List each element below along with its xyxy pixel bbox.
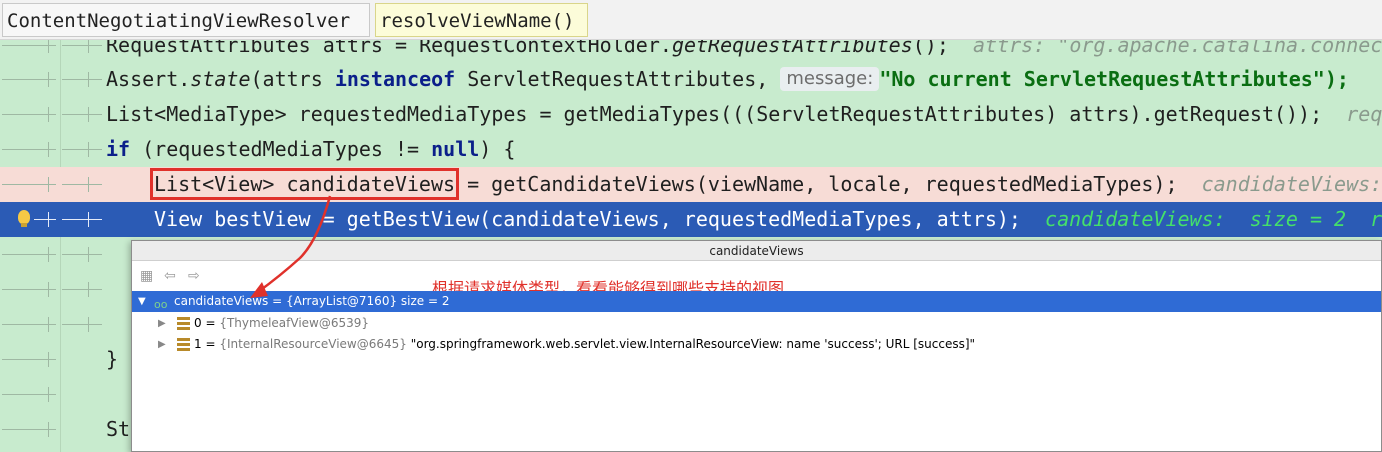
gutter-line (62, 45, 102, 46)
code-text: List<MediaType> requestedMediaTypes = ge… (106, 102, 1382, 126)
code-text: St (106, 417, 131, 441)
expand-arrow-icon[interactable]: ▶ (158, 313, 166, 334)
code-line[interactable]: List<MediaType> requestedMediaTypes = ge… (0, 97, 1382, 132)
popup-toolbar: ▦ ⇦ ⇨ 根据请求媒体类型，看看能够得到哪些支持的视图 (132, 262, 1381, 298)
tree-item[interactable]: ▶ 1 = {InternalResourceView@6645} "org.s… (132, 334, 1381, 355)
forward-arrow-icon[interactable]: ⇨ (188, 268, 200, 284)
code-text: View bestView = getBestView(candidateVie… (154, 202, 1382, 237)
code-text: List<View> candidateViews = getCandidate… (149, 168, 1382, 200)
inline-debug-value: candidateViews: size = 2 re (1045, 207, 1382, 231)
layout-icon[interactable]: ▦ (140, 268, 153, 284)
breadcrumb-method[interactable]: resolveViewName() (375, 3, 588, 37)
popup-title: candidateViews (132, 241, 1381, 261)
code-text: } (106, 347, 119, 371)
code-text: Assert.state(attrs instanceof ServletReq… (106, 67, 1349, 91)
lightbulb-icon[interactable] (18, 210, 30, 227)
code-line[interactable]: RequestAttributes attrs = RequestContext… (0, 40, 1382, 63)
watch-glasses-icon: oo (154, 298, 168, 311)
back-arrow-icon[interactable]: ⇦ (164, 268, 176, 284)
tree-item[interactable]: ▶ 0 = {ThymeleafView@6539} (132, 313, 1381, 334)
code-line[interactable]: if (requestedMediaTypes != null) { (0, 132, 1382, 167)
tree-root-candidate-views[interactable]: ▼ oo candidateViews = {ArrayList@7160} s… (132, 291, 1381, 312)
highlight-box: List<View> candidateViews (149, 168, 460, 200)
code-line-current[interactable]: View bestView = getBestView(candidateVie… (0, 202, 1382, 237)
code-line[interactable]: Assert.state(attrs instanceof ServletReq… (0, 62, 1382, 97)
field-icon (177, 317, 190, 330)
code-text: if (requestedMediaTypes != null) { (106, 137, 516, 161)
field-icon (177, 338, 190, 351)
parameter-hint: message: (780, 67, 880, 91)
collapse-arrow-icon[interactable]: ▼ (138, 291, 146, 312)
breadcrumb-class[interactable]: ContentNegotiatingViewResolver (2, 3, 370, 37)
code-line-highlighted[interactable]: List<View> candidateViews = getCandidate… (0, 167, 1382, 202)
breadcrumb: ContentNegotiatingViewResolver resolveVi… (0, 0, 1382, 40)
expand-arrow-icon[interactable]: ▶ (158, 334, 166, 355)
code-text: RequestAttributes attrs = RequestContext… (106, 40, 1382, 57)
variable-inspector-popup[interactable]: candidateViews ▦ ⇦ ⇨ 根据请求媒体类型，看看能够得到哪些支持… (131, 240, 1382, 452)
